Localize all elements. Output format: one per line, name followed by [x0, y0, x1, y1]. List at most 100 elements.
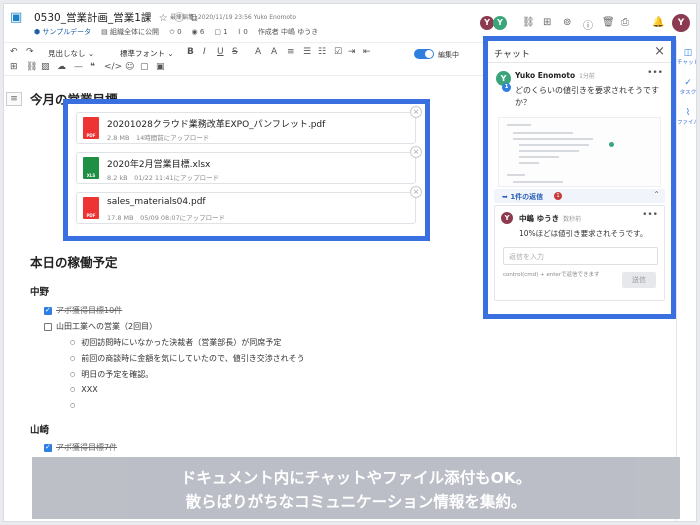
chevron-up-icon[interactable]: ⌃ [653, 190, 660, 199]
task-item[interactable]: 山田工業への営業（2回目） [44, 321, 157, 332]
avatar[interactable]: Y [501, 212, 513, 224]
reply-toggle[interactable]: ➥ 1件の返信 1 ⌃ [494, 189, 665, 203]
comment-count[interactable]: ▢ 1 [214, 28, 227, 36]
attachment-item[interactable]: PDF 20201028クラウド業務改革EXPO_パンフレット.pdf 2.8 … [76, 106, 422, 144]
view-count-value: 6 [199, 28, 205, 36]
code-icon[interactable]: </> [104, 62, 122, 72]
share-text: 組織全体に公開 [109, 28, 159, 36]
cloud-upload-icon[interactable]: ☁ [57, 62, 66, 72]
like-icon: ✩ [168, 28, 178, 36]
rail-item-file[interactable]: ⌇ ファイル [677, 108, 696, 126]
underline-icon[interactable]: U [217, 47, 224, 57]
chat-icon: ◫ [683, 48, 693, 58]
trash-icon[interactable]: 🗑 [602, 17, 615, 28]
redo-icon[interactable]: ↷ [26, 47, 34, 57]
unread-badge: 1 [502, 83, 511, 92]
edit-meta: 最終編集: 2020/11/19 23:56 Yuko Enomoto [170, 14, 297, 21]
attachment-meta: 2.8 MB 14時間前にアップロード [107, 134, 210, 142]
broadcast-icon[interactable]: ⊚ [563, 17, 571, 28]
image-icon[interactable]: ▨ [41, 62, 50, 72]
share-label[interactable]: ▤ 組織全体に公開 [101, 27, 159, 37]
embed-icon[interactable]: ▣ [156, 62, 165, 72]
attachment-item[interactable]: XLS 2020年2月営業目標.xlsx 8.2 kB 01/22 11:41に… [76, 146, 422, 184]
like-count[interactable]: ✩ 0 [169, 28, 182, 36]
heading-select[interactable]: 見出しなし ⌄ [48, 48, 94, 59]
heading-select-value: 見出しなし [48, 49, 86, 58]
emoji-icon[interactable]: ☺ [125, 62, 134, 72]
outdent-icon[interactable]: ⇤ [363, 47, 371, 57]
task-checkbox[interactable] [44, 306, 52, 315]
message-author-name: Yuko Enomoto [515, 71, 576, 80]
font-select[interactable]: 標準フォント ⌄ [120, 48, 174, 59]
close-icon[interactable]: × [654, 44, 665, 59]
remove-attachment-button[interactable]: × [410, 146, 422, 158]
strikethrough-icon[interactable]: S [232, 47, 238, 57]
star-icon[interactable]: ☆ [159, 13, 168, 24]
task-checkbox[interactable] [44, 322, 52, 331]
list-item[interactable]: 前回の商談時に金額を気にしていたので、値引き交渉されそう [70, 353, 304, 364]
table-icon[interactable]: ⊞ [10, 62, 18, 72]
attachment-name: 20201028クラウド業務改革EXPO_パンフレット.pdf [107, 120, 326, 130]
link-icon[interactable]: ⛓ [522, 17, 535, 28]
list-item[interactable] [70, 401, 81, 410]
chat-panel: チャット × Y 1 Yuko Enomoto 1分前 ••• どのくらいの値引き… [483, 36, 676, 319]
more-icon[interactable]: ••• [642, 210, 658, 220]
rail-item-task[interactable]: ✓ タスク [677, 78, 697, 96]
reply-author-name: 中嶋 ゆうき [519, 214, 560, 223]
send-button[interactable]: 送信 [622, 272, 656, 288]
list-item[interactable]: XXX [70, 385, 97, 394]
doc-logo-icon: ▣ [10, 10, 23, 25]
tag-label[interactable]: ⬢ サンプルデータ [34, 27, 91, 37]
link-icon[interactable]: ⛓ [26, 62, 37, 72]
task-checkbox[interactable] [44, 443, 52, 452]
pdf-file-icon: PDF [83, 117, 99, 139]
task-item[interactable]: アポ獲得目標7件 [44, 442, 117, 453]
bullet-list-icon[interactable]: ☰ [303, 47, 311, 57]
person-heading[interactable]: 山崎 [30, 422, 49, 436]
rail-item-label: タスク [679, 90, 697, 96]
print-icon[interactable]: ⎙ [621, 17, 629, 28]
quote-icon[interactable]: ❝ [90, 62, 95, 72]
avatar[interactable]: Y [480, 16, 494, 30]
edit-mode-toggle[interactable] [414, 49, 434, 59]
task-text: アポ獲得目標10件 [56, 306, 123, 315]
undo-icon[interactable]: ↶ [10, 47, 18, 57]
heading-todays-schedule[interactable]: 本日の稼働予定 [30, 252, 118, 271]
highlight-icon[interactable]: A [271, 47, 277, 57]
outline-menu-button[interactable]: ≡ [6, 92, 22, 106]
reply-label-text: 1件の返信 [510, 193, 544, 201]
numbered-list-icon[interactable]: ☷ [318, 47, 326, 57]
font-select-value: 標準フォント [120, 49, 165, 58]
comment-count-value: 1 [223, 28, 228, 36]
italic-icon[interactable]: I [203, 47, 206, 57]
bell-icon[interactable]: 🔔 [652, 17, 664, 28]
avatar[interactable]: Y [493, 16, 507, 30]
attach-count[interactable]: ⌇ 0 [238, 28, 248, 36]
doc-meta-row: ⬢ サンプルデータ ▤ 組織全体に公開 ✩ 0 ◉ 6 ▢ 1 ⌇ 0 作成者 … [34, 26, 318, 38]
checklist-icon[interactable]: ☑ [334, 47, 342, 57]
message-preview-thumbnail[interactable] [498, 117, 661, 187]
like-count-value: 0 [177, 28, 182, 36]
font-color-icon[interactable]: A [255, 47, 261, 57]
list-item[interactable]: 初回訪問時にいなかった決裁者（営業部長）が同席予定 [70, 337, 281, 348]
user-avatar[interactable]: Y [672, 14, 690, 32]
more-icon[interactable]: ••• [647, 68, 663, 78]
list-item[interactable]: 明日の予定を確認。 [70, 369, 153, 380]
attachment-item[interactable]: PDF sales_materials04.pdf 17.8 MB 05/09 … [76, 186, 422, 224]
task-text: 山田工業への営業（2回目） [56, 322, 158, 331]
alert-icon[interactable]: ⓘ [583, 17, 593, 32]
remove-attachment-button[interactable]: × [410, 106, 422, 118]
indent-icon[interactable]: ⇥ [348, 47, 356, 57]
person-heading[interactable]: 中野 [30, 284, 49, 298]
reply-input[interactable]: 返信を入力 [503, 247, 658, 265]
bold-icon[interactable]: B [187, 47, 194, 57]
rail-item-chat[interactable]: ◫ チャット [677, 48, 696, 66]
remove-attachment-button[interactable]: × [410, 186, 422, 198]
divider-icon[interactable]: — [74, 62, 83, 72]
embed-icon[interactable]: ⊞ [543, 17, 551, 28]
template-icon[interactable]: ▢ [140, 62, 149, 72]
editor-toolbar: ↶ ↷ 見出しなし ⌄ 標準フォント ⌄ B I U S A A ≡ ☰ ☷ ☑… [4, 42, 484, 76]
align-icon[interactable]: ≡ [287, 47, 295, 57]
task-item[interactable]: アポ獲得目標10件 [44, 305, 122, 316]
edit-mode-label: 編集中 [438, 51, 459, 59]
